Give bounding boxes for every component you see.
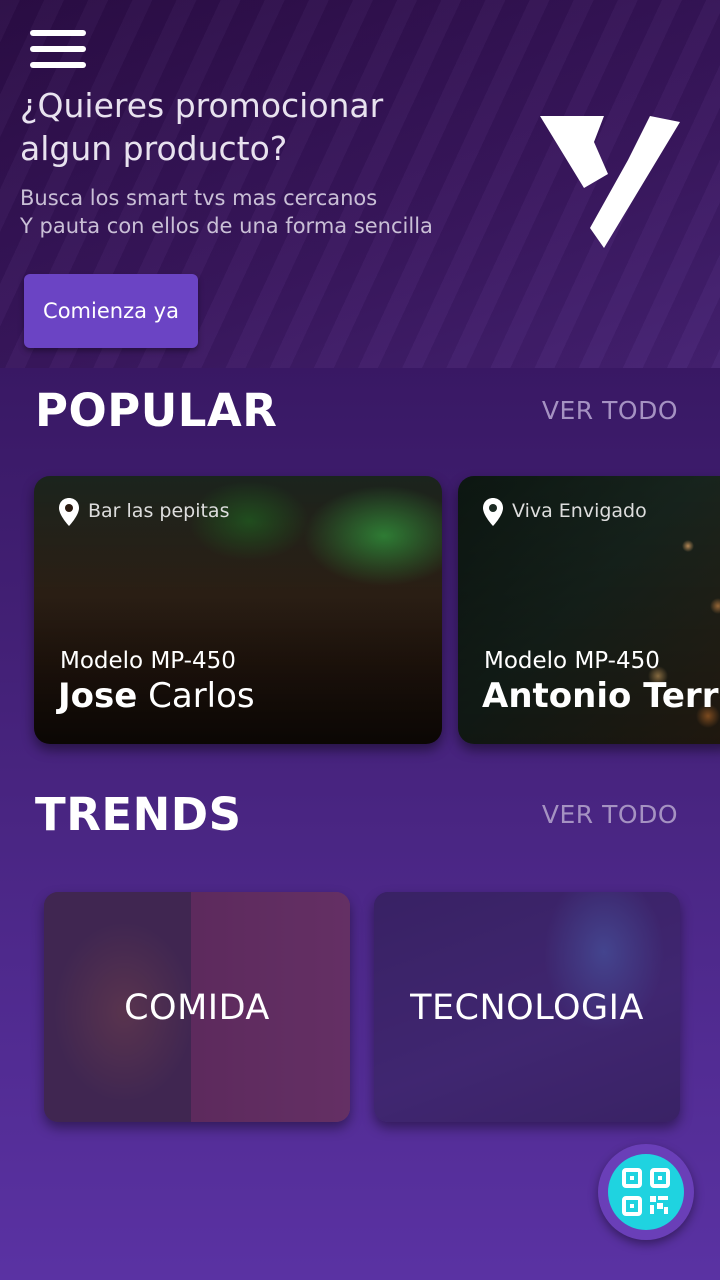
popular-card[interactable]: Bar las pepitas Modelo MP-450 Jose Carlo… xyxy=(34,476,442,744)
card-model: Modelo MP-450 xyxy=(484,648,660,674)
trends-see-all-link[interactable]: VER TODO xyxy=(542,800,678,829)
card-model: Modelo MP-450 xyxy=(60,648,236,674)
card-place-name: Bar las pepitas xyxy=(88,500,230,522)
hero-title: ¿Quieres promocionar algun producto? xyxy=(20,86,384,168)
hero-subtitle-line1: Busca los smart tvs mas cercanos xyxy=(20,186,378,210)
card-owner-last-name: Carlos xyxy=(137,676,255,716)
hamburger-menu-icon[interactable] xyxy=(30,30,86,70)
hero-subtitle: Busca los smart tvs mas cercanos Y pauta… xyxy=(20,184,500,240)
popular-see-all-link[interactable]: VER TODO xyxy=(542,396,678,425)
card-place-name: Viva Envigado xyxy=(512,500,647,522)
card-owner-first-name: Jose xyxy=(58,676,138,716)
qr-code-icon xyxy=(622,1168,670,1216)
brand-logo-icon xyxy=(540,116,680,248)
hero-header: ¿Quieres promocionar algun producto? Bus… xyxy=(0,0,720,368)
hero-subtitle-line2: Y pauta con ellos de una forma sencilla xyxy=(20,214,433,238)
qr-scan-button[interactable] xyxy=(598,1144,694,1240)
card-owner-name: Antonio Terro xyxy=(482,676,720,716)
location-pin-icon xyxy=(483,498,503,526)
trend-card-label: COMIDA xyxy=(124,988,270,1028)
card-owner-first-name: Antonio xyxy=(482,676,632,716)
start-now-button[interactable]: Comienza ya xyxy=(24,274,198,348)
popular-section-title: POPULAR xyxy=(35,384,278,437)
card-owner-name: Jose Carlos xyxy=(58,676,255,716)
trend-card-technology[interactable]: TECNOLOGIA xyxy=(374,892,680,1122)
trend-card-label: TECNOLOGIA xyxy=(410,988,644,1028)
location-pin-icon xyxy=(59,498,79,526)
popular-card[interactable]: Viva Envigado Modelo MP-450 Antonio Terr… xyxy=(458,476,720,744)
card-owner-last-name: Terro xyxy=(643,676,720,716)
trend-card-food[interactable]: COMIDA xyxy=(44,892,350,1122)
trends-section-title: TRENDS xyxy=(35,788,242,841)
